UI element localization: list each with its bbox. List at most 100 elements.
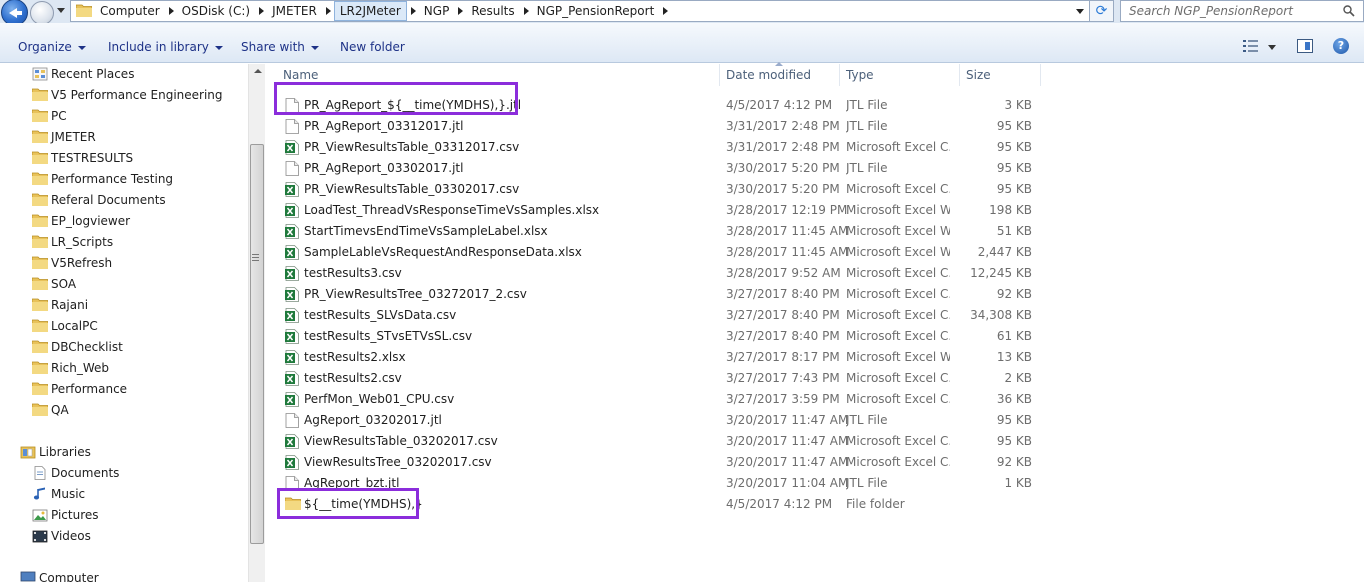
nav-item-favorite[interactable]: LR_Scripts [31,232,113,251]
file-size: 95 KB [996,434,1032,448]
address-bar[interactable]: Computer OSDisk (C:) JMETER LR2JMeter NGP Res… [70,0,1090,22]
file-row[interactable]: PR_ViewResultsTree_03272017_2.csv 3/27/20… [282,284,1042,305]
breadcrumb-item[interactable]: Computer [95,1,165,21]
breadcrumb-item[interactable]: Results [466,1,519,21]
nav-item-favorite[interactable]: Rajani [31,295,88,314]
file-type: Microsoft Excel C... [846,140,950,154]
nav-item-library[interactable]: Documents [32,463,119,482]
breadcrumb-item[interactable]: LR2JMeter [333,1,407,21]
nav-item-favorite[interactable]: EP_logviewer [31,211,130,230]
nav-item-favorite[interactable]: LocalPC [31,316,98,335]
file-row[interactable]: SampleLableVsRequestAndResponseData.xlsx… [282,242,1042,263]
breadcrumb-item[interactable]: NGP [419,1,455,21]
scroll-up-arrow-icon[interactable] [254,69,262,73]
column-header-name[interactable]: Name [283,68,318,82]
file-type: Microsoft Excel C... [846,308,950,322]
column-header-type[interactable]: Type [846,68,874,82]
file-row[interactable]: testResults2.xlsx 3/27/2017 8:17 PM Micros… [282,347,1042,368]
navigation-pane-scrollbar[interactable] [248,64,265,582]
nav-item-label: PC [51,108,67,123]
new-folder-button[interactable]: New folder [340,40,405,54]
nav-item-favorite[interactable]: DBChecklist [31,337,123,356]
forward-arrow-icon[interactable] [30,1,54,25]
file-row[interactable]: PR_ViewResultsTable_03302017.csv 3/30/201… [282,179,1042,200]
column-divider[interactable] [959,64,960,86]
breadcrumb-separator-icon[interactable] [458,7,464,15]
breadcrumb-item[interactable]: NGP_PensionReport [532,1,660,21]
file-row[interactable]: StartTimevsEndTimeVsSampleLabel.xlsx 3/28… [282,221,1042,242]
search-icon[interactable] [1343,5,1355,17]
file-row[interactable]: ViewResultsTable_03202017.csv 3/20/2017 1… [282,431,1042,452]
recent-pages-dropdown-icon[interactable] [57,8,65,13]
column-divider[interactable] [719,64,720,86]
nav-item-favorite[interactable]: Recent Places [32,64,134,83]
nav-item-favorite[interactable]: SOA [31,274,76,293]
breadcrumb-item[interactable]: JMETER [267,1,322,21]
file-row[interactable]: PR_AgReport_03302017.jtl 3/30/2017 5:20 P… [282,158,1042,179]
nav-item-computer[interactable]: Computer [20,568,99,582]
change-view-icon[interactable] [1243,40,1258,52]
file-name: testResults2.xlsx [304,350,406,364]
share-with-button[interactable]: Share with [241,40,319,54]
breadcrumb-separator-icon[interactable] [410,7,416,15]
file-date-modified: 3/27/2017 8:40 PM [726,287,840,301]
nav-item-favorite[interactable]: PC [31,106,67,125]
nav-item-favorite[interactable]: TESTRESULTS [31,148,133,167]
search-input[interactable] [1121,1,1321,21]
nav-item-library[interactable]: Videos [32,526,91,545]
folder-icon [31,235,49,249]
breadcrumb-separator-icon[interactable] [325,7,331,15]
excel-icon [285,224,299,239]
file-row[interactable]: ViewResultsTree_03202017.csv 3/20/2017 11… [282,452,1042,473]
nav-item-favorite[interactable]: Rich_Web [31,358,109,377]
column-header-size[interactable]: Size [966,68,991,82]
nav-item-libraries[interactable]: Libraries [20,442,91,461]
column-divider[interactable] [839,64,840,86]
nav-item-favorite[interactable]: JMETER [31,127,96,146]
nav-item-favorite[interactable]: Referal Documents [31,190,166,209]
nav-item-favorite[interactable]: Performance Testing [31,169,173,188]
pictures-icon [32,508,48,522]
breadcrumb-item[interactable]: OSDisk (C:) [177,1,255,21]
nav-item-favorite[interactable]: V5 Performance Engineering [31,85,223,104]
file-row[interactable]: AgReport_03202017.jtl 3/20/2017 11:47 AM J… [282,410,1042,431]
nav-item-favorite[interactable]: QA [31,400,69,419]
chevron-down-icon [77,45,86,50]
file-row[interactable]: testResults3.csv 3/28/2017 9:52 AM Microso… [282,263,1042,284]
file-row[interactable]: testResults_STvsETVsSL.csv 3/27/2017 8:40… [282,326,1042,347]
breadcrumb-separator-icon[interactable] [663,7,669,15]
folder-icon [31,172,49,186]
file-row[interactable]: testResults2.csv 3/27/2017 7:43 PM Microso… [282,368,1042,389]
libraries-icon [20,445,36,459]
breadcrumb-separator-icon[interactable] [168,7,174,15]
scrollbar-thumb[interactable] [250,144,264,544]
file-row[interactable]: PR_ViewResultsTable_03312017.csv 3/31/201… [282,137,1042,158]
search-box[interactable] [1120,0,1364,22]
help-icon[interactable]: ? [1333,38,1349,54]
column-divider[interactable] [1040,64,1041,86]
file-row[interactable]: PerfMon_Web01_CPU.csv 3/27/2017 3:59 PM Mi… [282,389,1042,410]
nav-item-library[interactable]: Music [32,484,85,503]
nav-item-library[interactable]: Pictures [32,505,99,524]
nav-item-favorite[interactable]: Performance [31,379,127,398]
view-options-dropdown-icon[interactable] [1268,45,1276,50]
chevron-down-icon [310,45,319,50]
address-history-dropdown-icon[interactable] [1076,9,1084,14]
nav-item-favorite[interactable]: V5Refresh [31,253,112,272]
column-header-date-modified[interactable]: Date modified [726,68,811,82]
chevron-down-icon [214,45,223,50]
breadcrumb-separator-icon[interactable] [523,7,529,15]
breadcrumb-separator-icon[interactable] [259,7,265,15]
file-size: 36 KB [996,392,1032,406]
include-in-library-button[interactable]: Include in library [108,40,223,54]
refresh-icon[interactable]: ⟳ [1090,0,1114,22]
nav-item-label: Music [51,486,86,501]
file-name: testResults2.csv [304,371,402,385]
file-row[interactable]: testResults_SLVsData.csv 3/27/2017 8:40 P… [282,305,1042,326]
file-date-modified: 3/31/2017 2:48 PM [726,119,840,133]
file-row[interactable]: PR_AgReport_03312017.jtl 3/31/2017 2:48 P… [282,116,1042,137]
organize-button[interactable]: Organize [18,40,86,54]
file-size: 51 KB [996,224,1032,238]
file-row[interactable]: LoadTest_ThreadVsResponseTimeVsSamples.x… [282,200,1042,221]
preview-pane-icon[interactable] [1297,39,1313,53]
